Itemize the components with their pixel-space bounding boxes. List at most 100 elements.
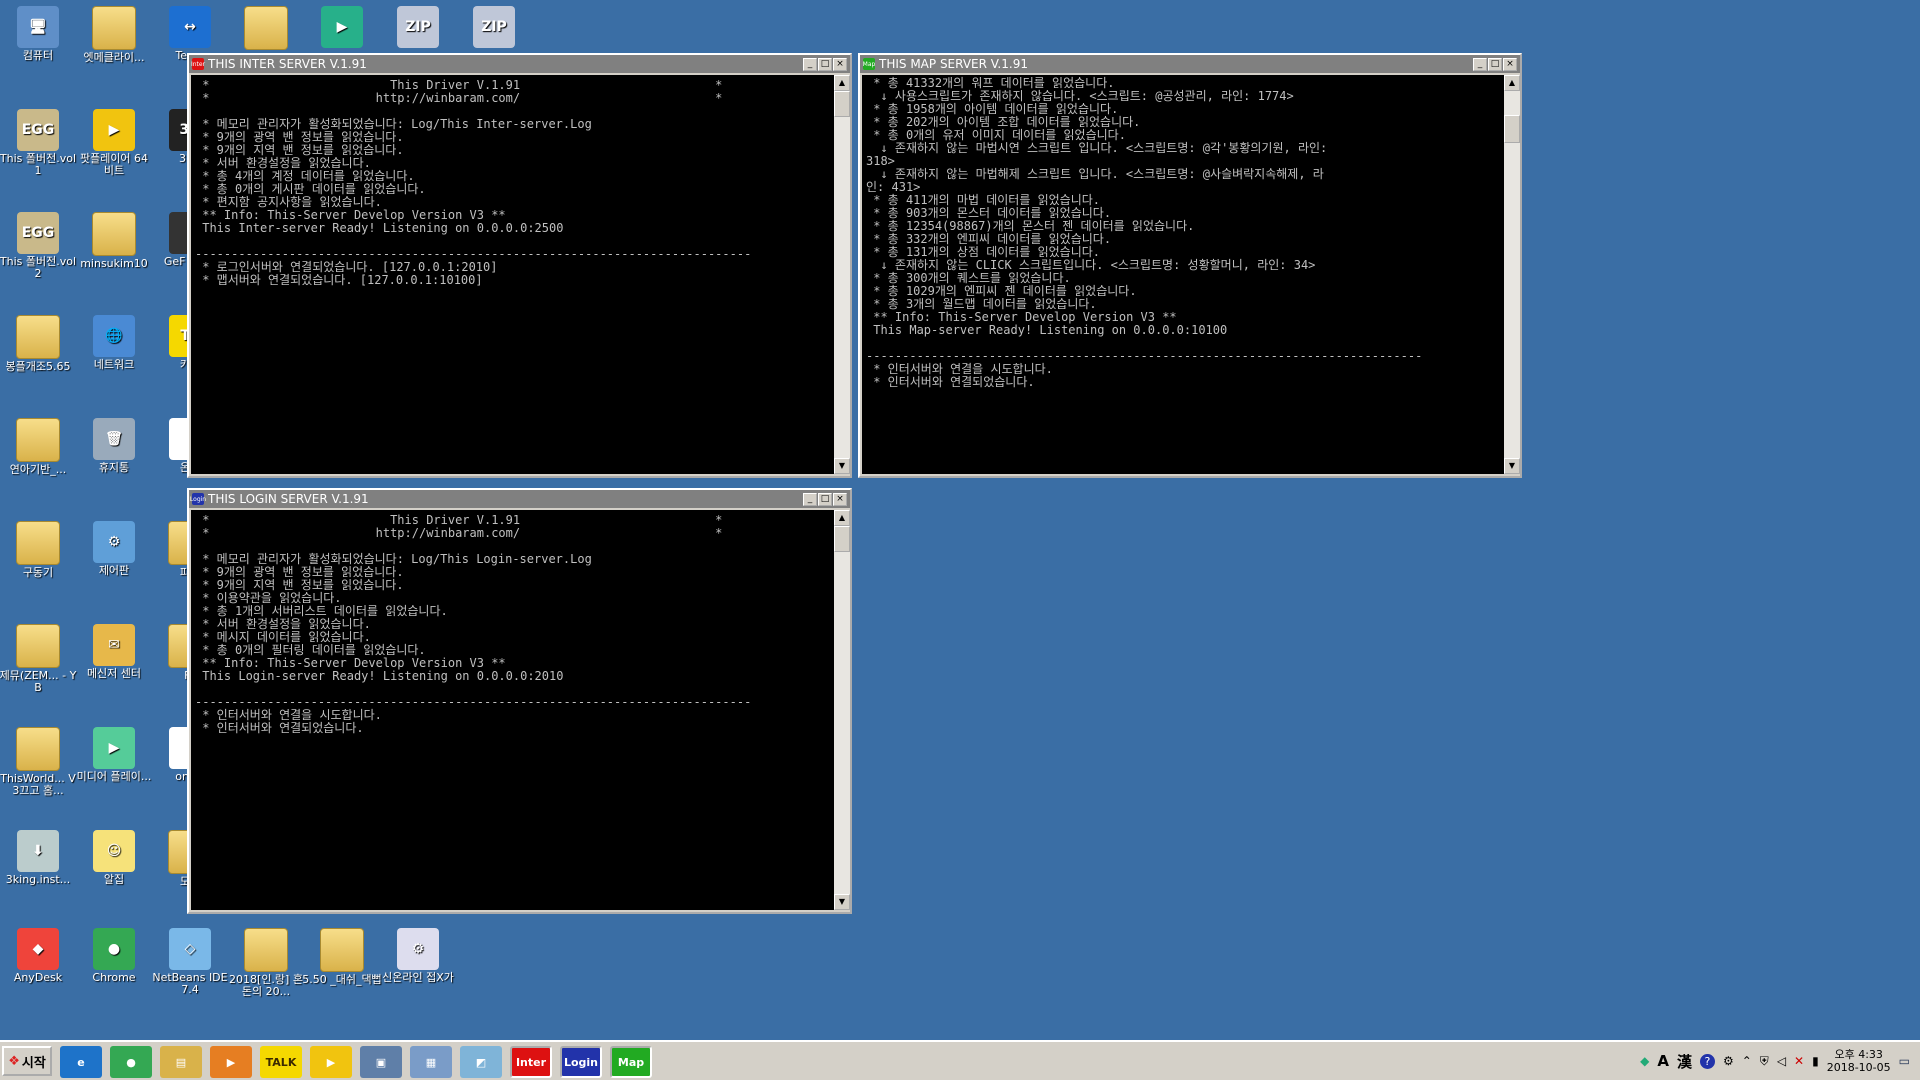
desktop-icon-online[interactable]: ⚙ 신온라인 접X가 [378, 928, 458, 984]
help-icon[interactable]: ? [1699, 1053, 1715, 1069]
netbeans-icon: ◇ [169, 928, 211, 970]
desktop-icon-label: 팟플레이어 64 비트 [79, 152, 149, 177]
desktop-icon-zip2[interactable]: ZIP [454, 6, 534, 50]
messenger-icon: ✉ [93, 624, 135, 666]
maximize-button[interactable]: □ [1488, 57, 1502, 71]
desktop-icon-control[interactable]: ⚙ 제어판 [74, 521, 154, 577]
desktop-icon-chrome[interactable]: ● Chrome [74, 928, 154, 984]
console-line: * 인터서버와 연결되었습니다. [195, 721, 364, 735]
scroll-down-arrow-icon[interactable]: ▼ [834, 458, 850, 474]
taskbar-explorer-button[interactable]: ▤ [160, 1046, 202, 1078]
taskbar-screen-button[interactable]: ▣ [360, 1046, 402, 1078]
desktop-icon-label: 미디어 플레이... [76, 770, 152, 783]
minimize-button[interactable]: _ [803, 492, 817, 506]
desktop-icon-minsukim10[interactable]: minsukim10 [74, 212, 154, 270]
maximize-button[interactable]: □ [818, 492, 832, 506]
taskbar-potplayer-button[interactable]: ▶ [310, 1046, 352, 1078]
taskbar-media-button[interactable]: ▶ [210, 1046, 252, 1078]
desktop-icon-recycle[interactable]: 🗑 휴지통 [74, 418, 154, 474]
minimize-button[interactable]: _ [803, 57, 817, 71]
desktop-icon-potplayer64[interactable]: ▶ 팟플레이어 64 비트 [74, 109, 154, 177]
map-server-titlebar[interactable]: Map THIS MAP SERVER V.1.91 _ □ × [860, 55, 1520, 73]
vertical-scrollbar[interactable]: ▲ ▼ [834, 75, 850, 474]
taskbar-chrome-button[interactable]: ● [110, 1046, 152, 1078]
egg2-icon: EGG [17, 212, 59, 254]
desktop-icon-mp3[interactable]: ▶ [302, 6, 382, 50]
vertical-scrollbar[interactable]: ▲ ▼ [834, 510, 850, 910]
taskbar-eraser-button[interactable]: ◩ [460, 1046, 502, 1078]
vertical-scrollbar[interactable]: ▲ ▼ [1504, 75, 1520, 474]
desktop-icon-zip1[interactable]: ZIP [378, 6, 458, 50]
map-console-output[interactable]: * 총 41332개의 워프 데이터를 읽었습니다. ↓ 사용스크립트가 존재하… [862, 75, 1504, 474]
login-server-titlebar[interactable]: Login THIS LOGIN SERVER V.1.91 _ □ × [189, 490, 850, 508]
signal-icon[interactable]: ▮ [1812, 1054, 1819, 1068]
network-status-icon[interactable]: ◆ [1640, 1054, 1649, 1068]
login-console-output[interactable]: * This Driver V.1.91 * * http://winbaram… [191, 510, 834, 910]
ime-mode-a[interactable]: A [1657, 1052, 1669, 1070]
inter-server-titlebar[interactable]: Inter THIS INTER SERVER V.1.91 _ □ × [189, 55, 850, 73]
inter-server-window[interactable]: Inter THIS INTER SERVER V.1.91 _ □ × * T… [187, 53, 852, 478]
shield-icon[interactable]: ⛨ [1760, 1054, 1769, 1069]
desktop-icon-network[interactable]: 🌐 네트워크 [74, 315, 154, 371]
taskbar-ie-button[interactable]: e [60, 1046, 102, 1078]
console-line: ↓ 존재하지 않는 마법해제 스크립트 입니다. <스크립트명: @사슬벼락지속… [866, 167, 1324, 181]
scroll-up-arrow-icon[interactable]: ▲ [834, 75, 850, 91]
close-button[interactable]: × [1503, 57, 1517, 71]
folder3-icon [16, 315, 60, 359]
volume-icon[interactable]: ◁ [1777, 1054, 1786, 1068]
desktop-icon-folder4[interactable]: 연아기반_... [0, 418, 78, 476]
clock[interactable]: 오후 4:33 2018-10-05 [1827, 1048, 1891, 1074]
desktop-icon-label: 컴퓨터 [22, 49, 54, 62]
desktop-icon-netbeans[interactable]: ◇ NetBeans IDE 7.4 [150, 928, 230, 996]
desktop-icon-folder7[interactable]: ThisWorld... V3끄고 홈... [0, 727, 78, 797]
chevron-up-icon[interactable]: ⌃ [1742, 1054, 1752, 1068]
desktop-icon-folder8[interactable]: 2018[인.랑] 혼돈의 20... [226, 928, 306, 998]
desktop-icon-label: 휴지통 [98, 461, 130, 474]
scroll-up-arrow-icon[interactable]: ▲ [834, 510, 850, 526]
taskbar-kakaotalk-button[interactable]: TALK [260, 1046, 302, 1078]
desktop-icon-folder1[interactable]: 엣메클라이... [74, 6, 154, 64]
taskbar-inter-button[interactable]: Inter [510, 1046, 552, 1078]
desktop-icon-folder3[interactable]: 봉플개조5.65 [0, 315, 78, 373]
egg1-icon: EGG [17, 109, 59, 151]
desktop-icon-folder2[interactable] [226, 6, 306, 52]
ime-hanja[interactable]: 漢 [1677, 1051, 1692, 1072]
usb-warning-icon[interactable]: ✕ [1794, 1054, 1804, 1068]
minsukim10-icon [92, 212, 136, 256]
scroll-down-arrow-icon[interactable]: ▼ [834, 894, 850, 910]
maximize-button[interactable]: □ [818, 57, 832, 71]
scroll-thumb[interactable] [834, 91, 850, 117]
show-desktop-icon[interactable]: ▭ [1899, 1054, 1910, 1068]
desktop-icon-folder6[interactable]: 제뮤(ZEM... - YB [0, 624, 78, 694]
chrome-icon: ● [93, 928, 135, 970]
taskbar-login-button[interactable]: Login [560, 1046, 602, 1078]
desktop-icon-folder9[interactable]: 5.50 _대쉬_댁뻡 [302, 928, 382, 986]
inter-console-output[interactable]: * This Driver V.1.91 * * http://winbaram… [191, 75, 834, 474]
map-server-window[interactable]: Map THIS MAP SERVER V.1.91 _ □ × * 총 413… [858, 53, 1522, 478]
scroll-thumb[interactable] [834, 526, 850, 552]
desktop-icon-anydesk[interactable]: ◆ AnyDesk [0, 928, 78, 984]
close-button[interactable]: × [833, 57, 847, 71]
settings-icon[interactable]: ⚙ [1723, 1054, 1734, 1068]
minimize-button[interactable]: _ [1473, 57, 1487, 71]
start-label: 시작 [21, 1055, 46, 1071]
close-button[interactable]: × [833, 492, 847, 506]
desktop-icon-egg1[interactable]: EGG This 폴버전.vol1 [0, 109, 78, 177]
desktop-icon-3king[interactable]: ⬇ 3king.inst... [0, 830, 78, 886]
window-title: THIS INTER SERVER V.1.91 [208, 57, 367, 71]
desktop-icon-mediaplayer[interactable]: ▶ 미디어 플레이... [74, 727, 154, 783]
login-server-window[interactable]: Login THIS LOGIN SERVER V.1.91 _ □ × * T… [187, 488, 852, 914]
desktop-icon-folder5[interactable]: 구동기 [0, 521, 78, 579]
desktop-icon-egg2[interactable]: EGG This 폴버전.vol2 [0, 212, 78, 280]
desktop-icon-alzip[interactable]: ☺ 알집 [74, 830, 154, 886]
folder6-icon [16, 624, 60, 668]
scroll-thumb[interactable] [1504, 115, 1520, 143]
folder4-icon [16, 418, 60, 462]
desktop-icon-computer[interactable]: 🖥 컴퓨터 [0, 6, 78, 62]
taskbar-map-button[interactable]: Map [610, 1046, 652, 1078]
scroll-down-arrow-icon[interactable]: ▼ [1504, 458, 1520, 474]
desktop-icon-messenger[interactable]: ✉ 메신저 센터 [74, 624, 154, 680]
scroll-up-arrow-icon[interactable]: ▲ [1504, 75, 1520, 91]
start-button[interactable]: ❖ 시작 [2, 1046, 52, 1076]
taskbar-doc-button[interactable]: ▦ [410, 1046, 452, 1078]
